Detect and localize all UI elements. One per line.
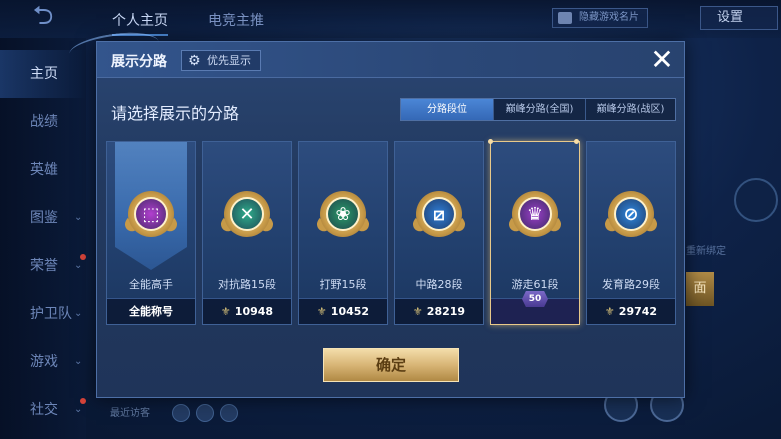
chevron-down-icon: ⌄ bbox=[74, 212, 83, 223]
gold-side-button[interactable]: 面 bbox=[686, 272, 714, 306]
tab-esports[interactable]: 电竞主推 bbox=[208, 10, 264, 30]
points-icon: ⚜ bbox=[412, 305, 423, 318]
route-card-footer: 50 bbox=[491, 291, 579, 324]
route-card-value: 10948 bbox=[234, 305, 274, 318]
emblem-core: ✕ bbox=[230, 197, 264, 231]
sidebar-item[interactable]: 游戏 ⌄ bbox=[0, 338, 86, 386]
route-card-value: 28219 bbox=[426, 305, 466, 318]
back-icon[interactable]: ⮌ bbox=[18, 1, 68, 32]
priority-display-button[interactable]: ⚙ 优先显示 bbox=[181, 50, 261, 71]
sidebar-item[interactable]: 图鉴 ⌄ bbox=[0, 194, 86, 242]
card-icon bbox=[558, 12, 572, 24]
sidebar-item[interactable]: 护卫队 ⌄ bbox=[0, 290, 86, 338]
route-card[interactable]: ⬚ 全能高手全能称号 bbox=[106, 141, 196, 325]
route-display-modal: 展示分路 ⚙ 优先显示 ✕ 请选择展示的分路 分路段位 巅峰分路(全国) 巅峰分… bbox=[67, 27, 685, 398]
settings-button[interactable]: 设置 bbox=[700, 6, 778, 30]
points-icon: ⚜ bbox=[316, 305, 327, 318]
hide-card-button[interactable]: 隐藏游戏名片 bbox=[552, 8, 648, 28]
sidebar-item[interactable]: 英雄 bbox=[0, 146, 86, 194]
route-card-label: 全能高手 bbox=[129, 278, 173, 291]
notification-dot bbox=[80, 398, 86, 404]
rebind-text[interactable]: 重新绑定 bbox=[686, 242, 726, 257]
route-tabs: 分路段位 巅峰分路(全国) 巅峰分路(战区) bbox=[400, 98, 676, 121]
chevron-down-icon: ⌄ bbox=[74, 308, 83, 319]
tab-peak-national[interactable]: 巅峰分路(全国) bbox=[493, 99, 585, 120]
rank-emblem-icon: ⧄ bbox=[410, 191, 468, 237]
route-card-label: 发育路29段 bbox=[602, 278, 660, 291]
modal-subtitle: 请选择展示的分路 bbox=[111, 104, 240, 123]
side-nav: 主页 战绩 英雄 图鉴 ⌄ 荣誉 ⌄ 护卫队 ⌄ 游戏 ⌄ 社交 ⌄ bbox=[0, 38, 86, 439]
chevron-down-icon: ⌄ bbox=[74, 260, 83, 271]
gear-icon: ⚙ bbox=[188, 53, 201, 69]
tab-peak-region[interactable]: 巅峰分路(战区) bbox=[585, 99, 675, 120]
rank-emblem-icon: ✕ bbox=[218, 191, 276, 237]
confirm-button[interactable]: 确定 bbox=[323, 348, 459, 382]
chevron-down-icon: ⌄ bbox=[74, 356, 83, 367]
visitor-avatar[interactable] bbox=[172, 404, 190, 422]
tab-route-rank[interactable]: 分路段位 bbox=[401, 99, 493, 120]
sidebar-item-label: 护卫队 bbox=[30, 306, 72, 322]
sidebar-item-label: 游戏 bbox=[30, 354, 58, 370]
emblem-core: ♛ bbox=[518, 197, 552, 231]
priority-display-label: 优先显示 bbox=[207, 54, 251, 67]
modal-header: 展示分路 ⚙ 优先显示 ✕ bbox=[67, 27, 684, 78]
route-card-footer: ⚜ 10452 bbox=[299, 298, 387, 324]
visitor-avatar[interactable] bbox=[196, 404, 214, 422]
notification-dot bbox=[80, 254, 86, 260]
route-card-footer: ⚜ 10948 bbox=[203, 298, 291, 324]
points-icon: ⚜ bbox=[220, 305, 231, 318]
chevron-down-icon: ⌄ bbox=[74, 404, 83, 415]
route-card-label: 对抗路15段 bbox=[218, 278, 276, 291]
rank-emblem-icon: ⊘ bbox=[602, 191, 660, 237]
sidebar-item-label: 主页 bbox=[30, 66, 58, 82]
visitor-avatar[interactable] bbox=[220, 404, 238, 422]
emblem-core: ⬚ bbox=[134, 197, 168, 231]
sidebar-item-label: 荣誉 bbox=[30, 258, 58, 274]
route-card-value: 10452 bbox=[330, 305, 370, 318]
route-card-label: 中路28段 bbox=[415, 278, 463, 291]
emblem-core: ⧄ bbox=[422, 197, 456, 231]
tab-profile[interactable]: 个人主页 bbox=[112, 10, 168, 36]
route-card-label: 打野15段 bbox=[319, 278, 367, 291]
route-card-value: 29742 bbox=[618, 305, 658, 318]
route-card-footer: ⚜ 29742 bbox=[587, 298, 675, 324]
close-icon[interactable]: ✕ bbox=[646, 44, 678, 76]
route-card-footer: 全能称号 bbox=[107, 298, 195, 324]
route-card[interactable]: ♛ 游走61段 50 bbox=[488, 139, 580, 325]
rank-emblem-icon: ⬚ bbox=[122, 191, 180, 237]
rank-emblem-icon: ♛ bbox=[506, 191, 564, 237]
emblem-core: ⊘ bbox=[614, 197, 648, 231]
route-card[interactable]: ✕ 对抗路15段 ⚜ 10948 bbox=[202, 141, 292, 325]
sidebar-item-label: 英雄 bbox=[30, 162, 58, 178]
route-card[interactable]: ❀ 打野15段 ⚜ 10452 bbox=[298, 141, 388, 325]
route-card[interactable]: ⊘ 发育路29段 ⚜ 29742 bbox=[586, 141, 676, 325]
star-count-badge: 50 bbox=[522, 291, 548, 307]
route-card-footer: ⚜ 28219 bbox=[395, 298, 483, 324]
emblem-core: ❀ bbox=[326, 197, 360, 231]
rank-emblem-icon: ❀ bbox=[314, 191, 372, 237]
route-card-label: 游走61段 bbox=[511, 278, 559, 291]
hide-card-label: 隐藏游戏名片 bbox=[579, 12, 639, 23]
modal-title: 展示分路 bbox=[111, 54, 167, 70]
points-icon: ⚜ bbox=[604, 305, 615, 318]
route-card[interactable]: ⧄ 中路28段 ⚜ 28219 bbox=[394, 141, 484, 325]
selection-corner bbox=[574, 139, 579, 144]
sidebar-item-label: 图鉴 bbox=[30, 210, 58, 226]
sidebar-item[interactable]: 战绩 bbox=[0, 98, 86, 146]
sidebar-item-label: 战绩 bbox=[30, 114, 58, 130]
sidebar-item[interactable]: 社交 ⌄ bbox=[0, 386, 86, 434]
sidebar-item[interactable]: 荣誉 ⌄ bbox=[0, 242, 86, 290]
recent-visitors-label: 最近访客 bbox=[110, 408, 150, 419]
route-card-value: 全能称号 bbox=[129, 305, 173, 318]
selection-corner bbox=[488, 139, 493, 144]
avatar[interactable] bbox=[734, 178, 778, 222]
sidebar-item-label: 社交 bbox=[30, 402, 58, 418]
